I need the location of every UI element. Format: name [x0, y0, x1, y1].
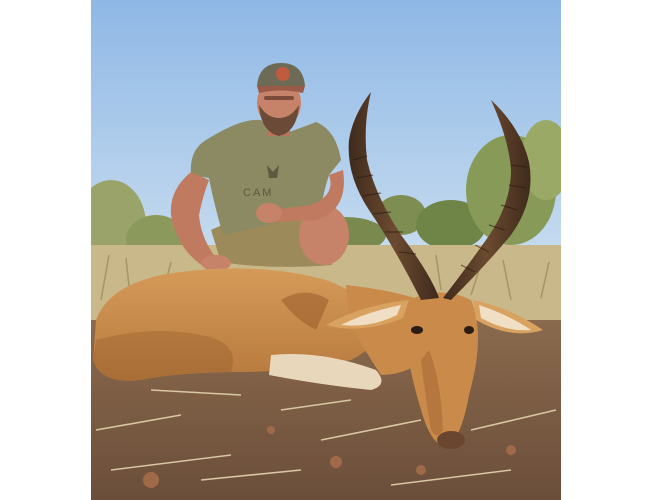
cap-logo — [276, 67, 290, 81]
impala-eye-right — [464, 326, 474, 334]
photo: CAM — [91, 0, 561, 500]
eye-line — [264, 96, 294, 100]
right-hand — [256, 203, 282, 223]
image-frame: CAM — [0, 0, 650, 500]
muzzle — [437, 431, 465, 449]
hunter-impala-scene: CAM — [91, 0, 561, 500]
impala-eye-left — [411, 326, 423, 334]
shirt-print: CAM — [243, 187, 273, 199]
